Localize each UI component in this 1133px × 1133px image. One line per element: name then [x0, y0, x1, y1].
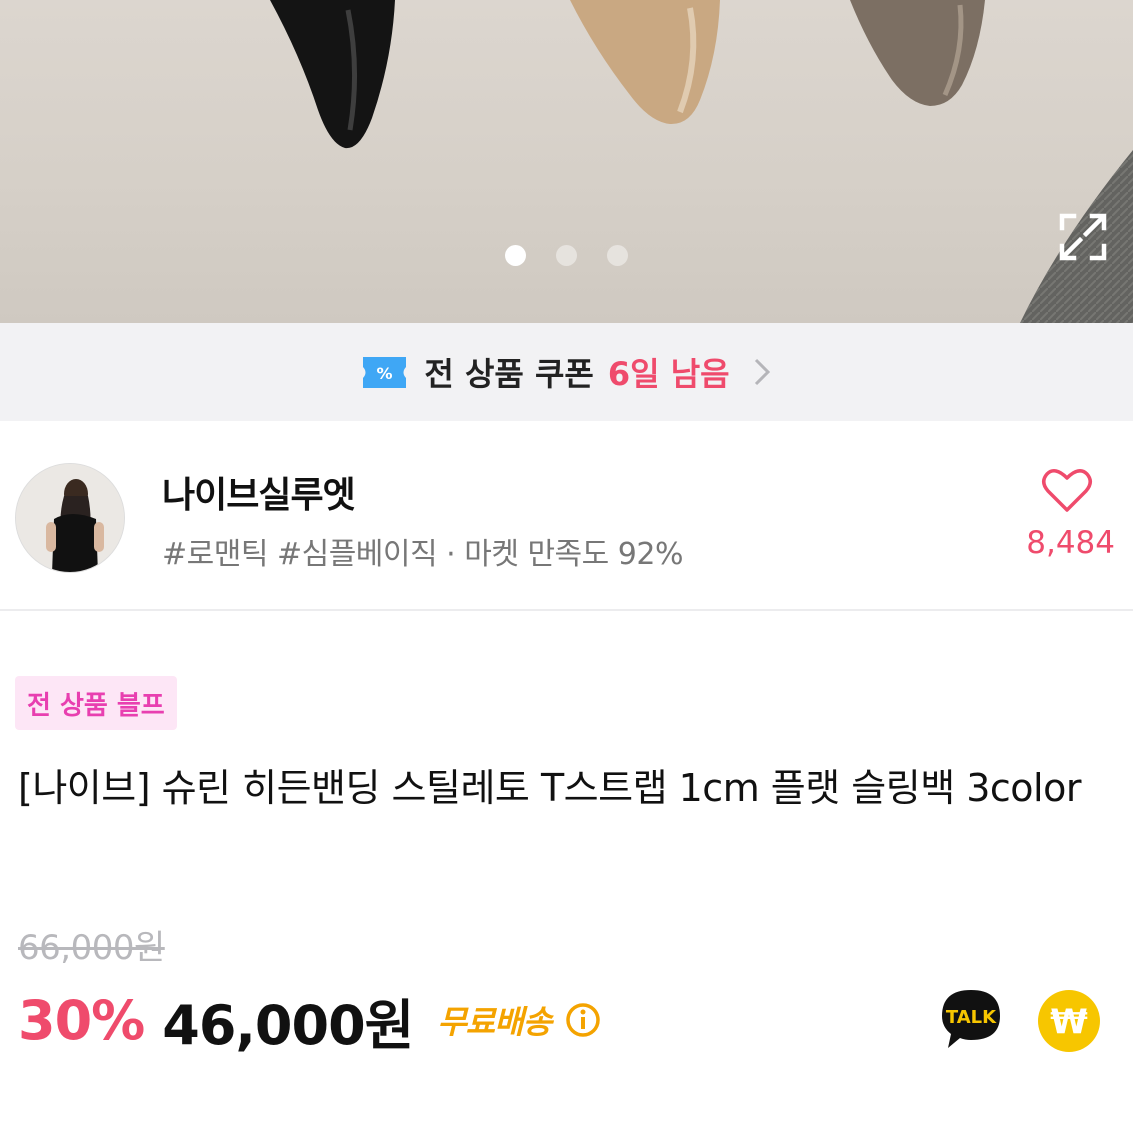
original-price: 66,000원 [18, 928, 165, 968]
coupon-banner[interactable]: % 전 상품 쿠폰 6일 남음 [0, 323, 1133, 421]
seller-tags: #로맨틱 #심플베이직 · 마켓 만족도 92% [162, 537, 683, 572]
carousel-dot-3[interactable] [607, 245, 628, 266]
carousel-dot-2[interactable] [556, 245, 577, 266]
carousel-indicator [0, 245, 1133, 266]
like-count: 8,484 [1026, 525, 1115, 561]
sale-price: 46,000원 [162, 993, 414, 1057]
product-image-carousel[interactable] [0, 0, 1133, 323]
talk-chat-button[interactable]: TALK [938, 986, 1004, 1052]
talk-label: TALK [946, 1007, 997, 1028]
info-icon[interactable] [565, 1002, 601, 1038]
coupon-remaining: 6일 남음 [607, 355, 730, 393]
discount-rate: 30% [18, 988, 145, 1052]
coupon-label: 전 상품 쿠폰 [424, 355, 594, 393]
svg-text:%: % [377, 364, 393, 383]
price-row: 30% 46,000원 무료배송 [18, 985, 601, 1057]
seller-avatar[interactable] [15, 463, 125, 573]
pay-won-button[interactable]: ₩ [1037, 989, 1101, 1053]
heart-icon[interactable] [1041, 466, 1093, 514]
seller-row[interactable]: 나이브실루엣 #로맨틱 #심플베이직 · 마켓 만족도 92% 8,484 [0, 421, 1133, 611]
won-icon: ₩ [1050, 1002, 1088, 1042]
chevron-right-icon [754, 358, 770, 386]
coupon-ticket-icon: % [363, 356, 407, 388]
seller-name[interactable]: 나이브실루엣 [162, 466, 356, 518]
free-shipping-label: 무료배송 [437, 1003, 552, 1041]
coupon-text: 전 상품 쿠폰 6일 남음 [424, 349, 729, 395]
carousel-dot-1[interactable] [505, 245, 526, 266]
expand-fullscreen-icon[interactable] [1058, 212, 1108, 262]
product-title: [나이브] 슈린 히든밴딩 스틸레토 T스트랩 1cm 플랫 슬링백 3colo… [18, 766, 1082, 810]
seller-avatar-image [16, 464, 124, 572]
product-photo [270, 0, 1133, 323]
promo-badge: 전 상품 블프 [15, 676, 177, 730]
